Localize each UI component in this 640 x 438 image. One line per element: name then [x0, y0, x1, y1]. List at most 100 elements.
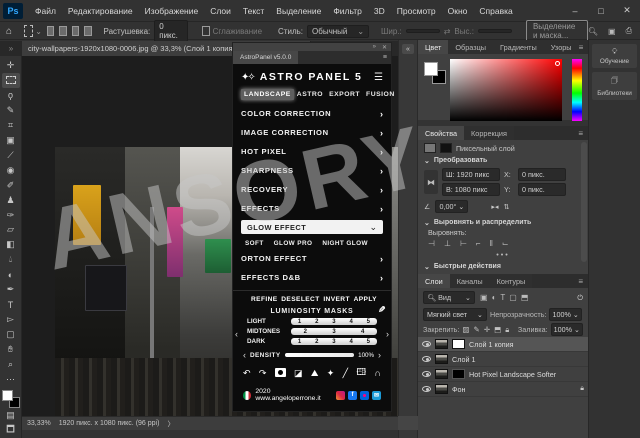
tab-layers[interactable]: Слои [418, 274, 450, 288]
frame-tool[interactable]: ▣ [2, 133, 20, 148]
landscape-icon[interactable]: ⛰︎ [311, 368, 319, 379]
mask-5[interactable]: 5 [367, 339, 370, 345]
history-brush-tool[interactable]: ✑ [2, 208, 20, 223]
quick-selection-tool[interactable]: ✎ [2, 103, 20, 118]
screen-mode-icon[interactable]: 🗖︎ [2, 423, 20, 438]
menu-filter[interactable]: Фильтр [327, 6, 368, 16]
tab-color[interactable]: Цвет [418, 40, 448, 54]
layer-thumbnail[interactable] [435, 354, 448, 364]
layer-filter-select[interactable]: 🔍︎ Вид⌄ [423, 291, 475, 304]
headphones-icon[interactable]: ∩ [374, 368, 380, 378]
section-image-correction[interactable]: IMAGE CORRECTION› [241, 123, 383, 142]
mask-4[interactable]: 4 [349, 339, 352, 345]
lock-artboard-icon[interactable]: ⬒ [494, 325, 501, 335]
tab-overflow-icon[interactable]: » [0, 41, 22, 56]
glow-pro-button[interactable]: GLOW PRO [274, 240, 313, 247]
marquee-tool[interactable] [2, 73, 20, 88]
menu-help[interactable]: Справка [473, 6, 518, 16]
menu-edit[interactable]: Редактирование [62, 6, 139, 16]
lock-transparency-icon[interactable]: ▨ [462, 325, 469, 335]
x-field[interactable]: 0 пикс. [518, 168, 566, 181]
tab-paths[interactable]: Контуры [490, 274, 533, 288]
mask-2[interactable]: 2 [315, 339, 318, 345]
healing-brush-tool[interactable]: ◉ [2, 163, 20, 178]
mask-1[interactable]: 1 [298, 339, 301, 345]
dodge-tool[interactable]: ◐ [2, 267, 20, 282]
menu-window[interactable]: Окно [442, 6, 474, 16]
light-mask-bar[interactable]: 1 2 3 4 5 [291, 318, 377, 325]
tab-adjustments[interactable]: Коррекция [464, 126, 514, 140]
filter-toggle-icon[interactable]: ⏻︎ [577, 293, 583, 303]
undo-icon[interactable]: ↶ [243, 368, 251, 379]
color-swatch-pair[interactable] [424, 62, 446, 84]
mask-1[interactable]: 1 [298, 319, 301, 325]
maximize-button[interactable]: □ [588, 0, 614, 22]
link-dimensions-icon[interactable]: ⧓ [424, 170, 438, 194]
night-glow-button[interactable]: NIGHT GLOW [322, 240, 368, 247]
learn-panel-button[interactable]: 💡︎ Обучение [592, 44, 637, 68]
filter-adjustment-icon[interactable]: ◐ [492, 293, 497, 302]
tab-fusion[interactable]: FUSION [363, 89, 398, 100]
eyedropper-icon[interactable]: ✎ [375, 305, 386, 313]
panel-close-icon[interactable]: ✕ [382, 44, 387, 51]
mask-4[interactable]: 4 [361, 329, 364, 335]
filter-pixel-icon[interactable]: ▣ [480, 293, 488, 302]
brush-icon[interactable]: ✦ [327, 368, 335, 379]
brush-tool[interactable]: ✐ [2, 178, 20, 193]
color-picker-handle[interactable] [555, 61, 560, 66]
lasso-tool[interactable]: ϙ [2, 88, 20, 103]
tab-properties[interactable]: Свойства [418, 126, 464, 140]
pen-tool[interactable]: ✒ [2, 282, 20, 297]
saturation-brightness-field[interactable] [450, 59, 562, 121]
masks-prev-icon[interactable]: ‹ [235, 329, 238, 339]
lock-all-icon[interactable]: 🔒︎ [505, 325, 509, 335]
home-icon[interactable]: ⌂ [6, 26, 12, 37]
shape-tool[interactable]: ▢ [2, 327, 20, 342]
instagram-icon[interactable] [336, 391, 345, 400]
invert-button[interactable]: INVERT [323, 296, 350, 303]
hand-tool[interactable]: ✋︎ [2, 342, 20, 357]
zoom-tool[interactable]: ⌕ [2, 357, 20, 372]
angle-field[interactable]: 0,00° ⌄ [435, 200, 468, 213]
menu-view[interactable]: Просмотр [391, 6, 442, 16]
status-arrow-icon[interactable]: 〉 [167, 419, 174, 429]
y-field[interactable]: 0 пикс. [518, 183, 566, 196]
tab-landscape[interactable]: LANDSCAPE [241, 89, 294, 100]
lock-pixels-icon[interactable]: ✎ [474, 325, 480, 335]
style-select[interactable]: Обычный⌄ [307, 25, 369, 38]
density-next-icon[interactable]: › [378, 350, 381, 360]
dark-mask-bar[interactable]: 1 2 3 4 5 [291, 338, 377, 345]
tab-patterns[interactable]: Узоры [544, 40, 579, 54]
adjustment-icon[interactable]: ◪ [294, 368, 303, 379]
filter-type-icon[interactable]: T [500, 293, 505, 302]
align-left-icon[interactable]: ⊣ [428, 239, 435, 248]
width-field[interactable]: Ш: 1920 пикс [442, 168, 500, 181]
flickr-icon[interactable] [360, 391, 369, 400]
align-section-header[interactable]: ⌄ Выровнять и распределить [418, 215, 588, 228]
layer-thumbnail[interactable] [435, 384, 448, 394]
layer-name[interactable]: Слой 1 [452, 355, 475, 364]
foreground-color-swatch[interactable] [424, 62, 438, 76]
feather-input[interactable]: 0 пикс. [154, 20, 188, 42]
filter-smart-icon[interactable]: ⬒ [521, 293, 529, 302]
menu-select[interactable]: Выделение [270, 6, 327, 16]
email-icon[interactable]: ✉ [372, 391, 381, 400]
height-field[interactable]: В: 1080 пикс [442, 183, 500, 196]
zoom-level[interactable]: 33,33% [27, 420, 51, 427]
glow-effect-dropdown[interactable]: GLOW EFFECT ⌄ [241, 220, 383, 234]
foreground-color-swatch[interactable] [2, 390, 13, 401]
mask-4[interactable]: 4 [349, 319, 352, 325]
clone-stamp-tool[interactable]: ♟ [2, 193, 20, 208]
selection-mode-add-icon[interactable] [59, 26, 66, 36]
swap-dimensions-icon[interactable]: ⇄ [444, 27, 451, 36]
layer-mask-thumbnail[interactable] [452, 369, 465, 379]
selection-mode-subtract-icon[interactable] [72, 26, 79, 36]
deselect-button[interactable]: DESELECT [281, 296, 319, 303]
mask-5[interactable]: 5 [367, 319, 370, 325]
section-orton-effect[interactable]: ORTON EFFECT› [241, 249, 383, 268]
height-input[interactable] [478, 29, 512, 33]
filter-shape-icon[interactable]: ▢ [509, 293, 517, 302]
section-recovery[interactable]: RECOVERY› [241, 180, 383, 199]
minimize-button[interactable]: – [562, 0, 588, 22]
tab-gradients[interactable]: Градиенты [493, 40, 544, 54]
